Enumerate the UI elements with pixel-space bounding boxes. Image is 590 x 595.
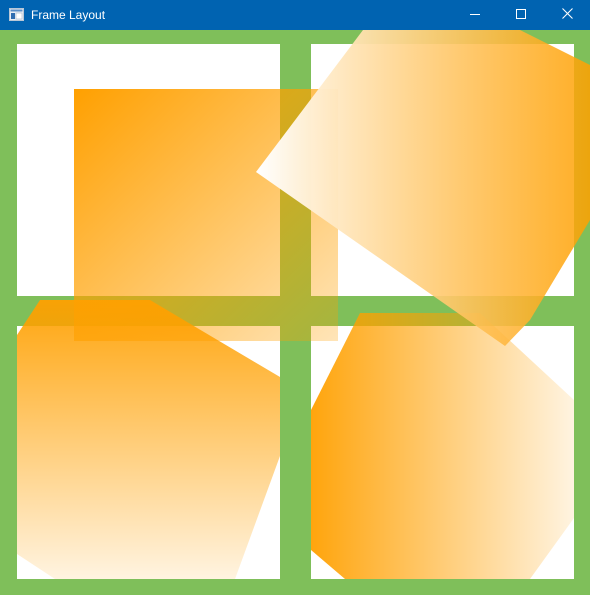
frame-layout-canvas (0, 30, 590, 595)
window-title: Frame Layout (31, 8, 106, 22)
maximize-button[interactable] (498, 0, 544, 30)
app-window: Frame Layout (0, 0, 590, 595)
app-window-icon (9, 8, 24, 21)
maximize-icon (516, 6, 526, 24)
close-icon (561, 6, 573, 24)
close-button[interactable] (544, 0, 590, 30)
minimize-icon (470, 6, 480, 24)
minimize-button[interactable] (452, 0, 498, 30)
title-bar[interactable]: Frame Layout (0, 0, 590, 30)
frame-layout-drawing (0, 30, 590, 595)
